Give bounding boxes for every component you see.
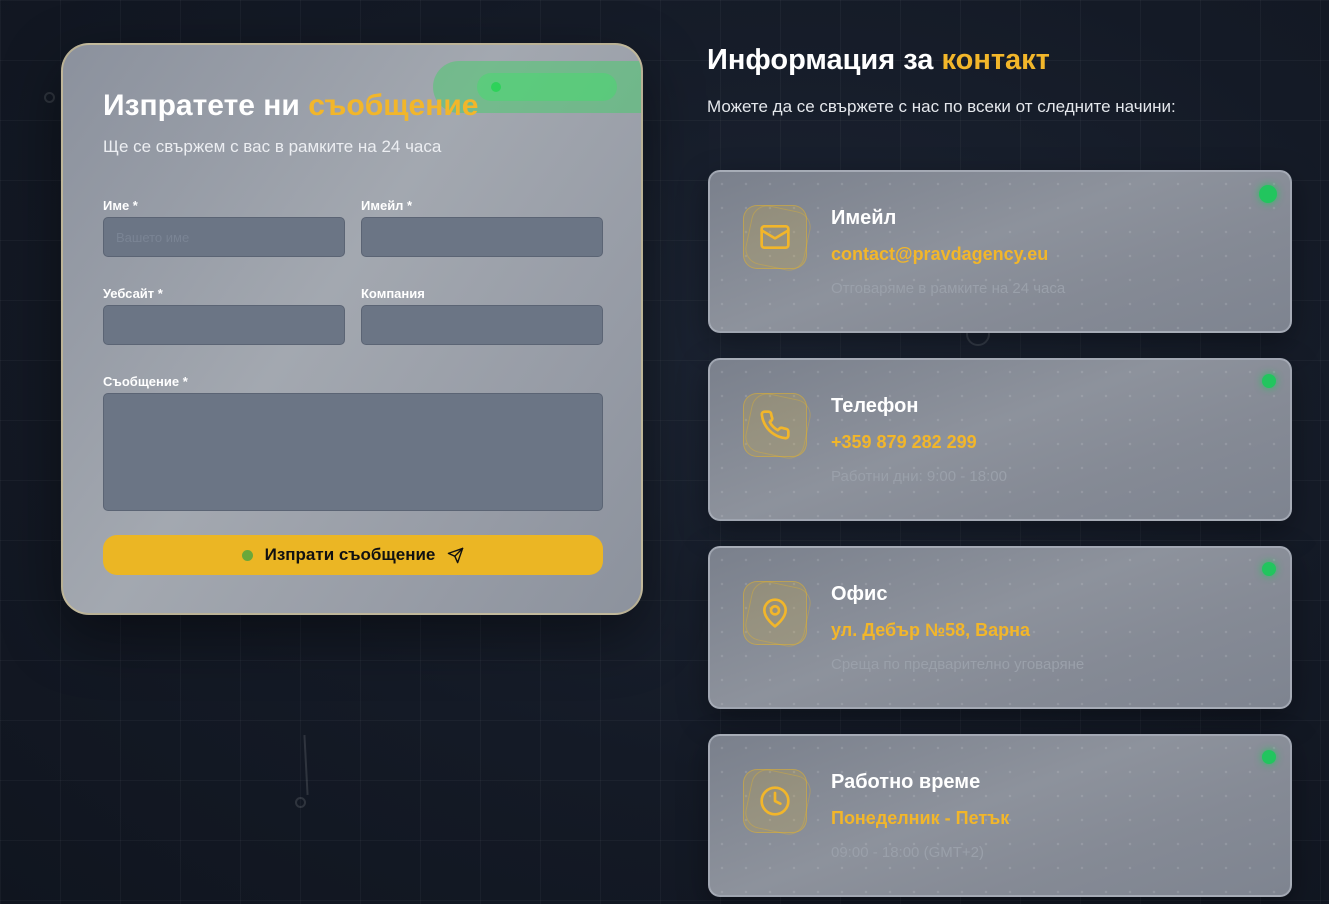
contact-form-card: Изпратете ни съобщение Ще се свържем с в… xyxy=(61,43,643,615)
mail-icon xyxy=(760,225,790,249)
status-dot xyxy=(1262,374,1276,388)
name-input[interactable] xyxy=(103,217,345,257)
office-icon-box xyxy=(743,581,807,645)
name-label: Име * xyxy=(103,198,138,213)
email-icon-box xyxy=(743,205,807,269)
email-input[interactable] xyxy=(361,217,603,257)
phone-icon xyxy=(760,410,790,440)
company-input[interactable] xyxy=(361,305,603,345)
form-title-accent: съобщение xyxy=(308,89,479,122)
send-icon xyxy=(448,547,464,563)
hours-note: 09:00 - 18:00 (GMT+2) xyxy=(831,844,984,861)
status-dot xyxy=(1259,185,1277,203)
clock-icon xyxy=(760,786,790,816)
form-title: Изпратете ни съобщение xyxy=(103,89,478,123)
hours-icon-box xyxy=(743,769,807,833)
office-note: Среща по предварително уговаряне xyxy=(831,656,1085,673)
office-address-link[interactable]: ул. Дебър №58, Варна xyxy=(831,620,1030,641)
email-card: Имейл contact@pravdagency.eu Отговаряме … xyxy=(708,170,1292,333)
message-textarea[interactable] xyxy=(103,393,603,511)
decorative-ring xyxy=(295,797,306,808)
button-status-dot xyxy=(241,549,253,561)
location-pin-icon xyxy=(763,598,787,628)
office-heading: Офис xyxy=(831,583,888,605)
email-note: Отговаряме в рамките на 24 часа xyxy=(831,280,1066,297)
website-label: Уебсайт * xyxy=(103,286,163,301)
decorative-line xyxy=(303,734,309,796)
submit-button-label: Изпрати съобщение xyxy=(264,545,436,564)
message-label: Съобщение * xyxy=(103,374,188,389)
contact-info-subtitle: Можете да се свържете с нас по всеки от … xyxy=(707,97,1176,116)
form-subtitle: Ще се свържем с вас в рамките на 24 часа xyxy=(103,137,442,156)
website-input[interactable] xyxy=(103,305,345,345)
decorative-ring xyxy=(44,92,55,103)
form-title-main: Изпратете ни xyxy=(103,89,300,122)
status-dot xyxy=(1262,750,1276,764)
phone-note: Работни дни: 9:00 - 18:00 xyxy=(831,468,1007,485)
contact-info-title: Информация за контакт xyxy=(707,44,1050,77)
working-hours-card: Работно време Понеделник - Петък 09:00 -… xyxy=(708,734,1292,897)
online-status-dot xyxy=(491,82,501,92)
contact-info-title-main: Информация за xyxy=(707,44,934,76)
phone-heading: Телефон xyxy=(831,395,919,417)
email-heading: Имейл xyxy=(831,207,897,229)
company-label: Компания xyxy=(361,286,425,301)
phone-icon-box xyxy=(743,393,807,457)
phone-link[interactable]: +359 879 282 299 xyxy=(831,432,977,453)
submit-button[interactable]: Изпрати съобщение xyxy=(103,535,603,575)
status-dot xyxy=(1262,562,1276,576)
contact-info-title-accent: контакт xyxy=(941,44,1050,76)
hours-heading: Работно време xyxy=(831,771,981,793)
office-card: Офис ул. Дебър №58, Варна Среща по предв… xyxy=(708,546,1292,709)
email-label: Имейл * xyxy=(361,198,413,213)
phone-card: Телефон +359 879 282 299 Работни дни: 9:… xyxy=(708,358,1292,521)
hours-days: Понеделник - Петък xyxy=(831,808,1010,828)
email-link[interactable]: contact@pravdagency.eu xyxy=(831,244,1048,265)
